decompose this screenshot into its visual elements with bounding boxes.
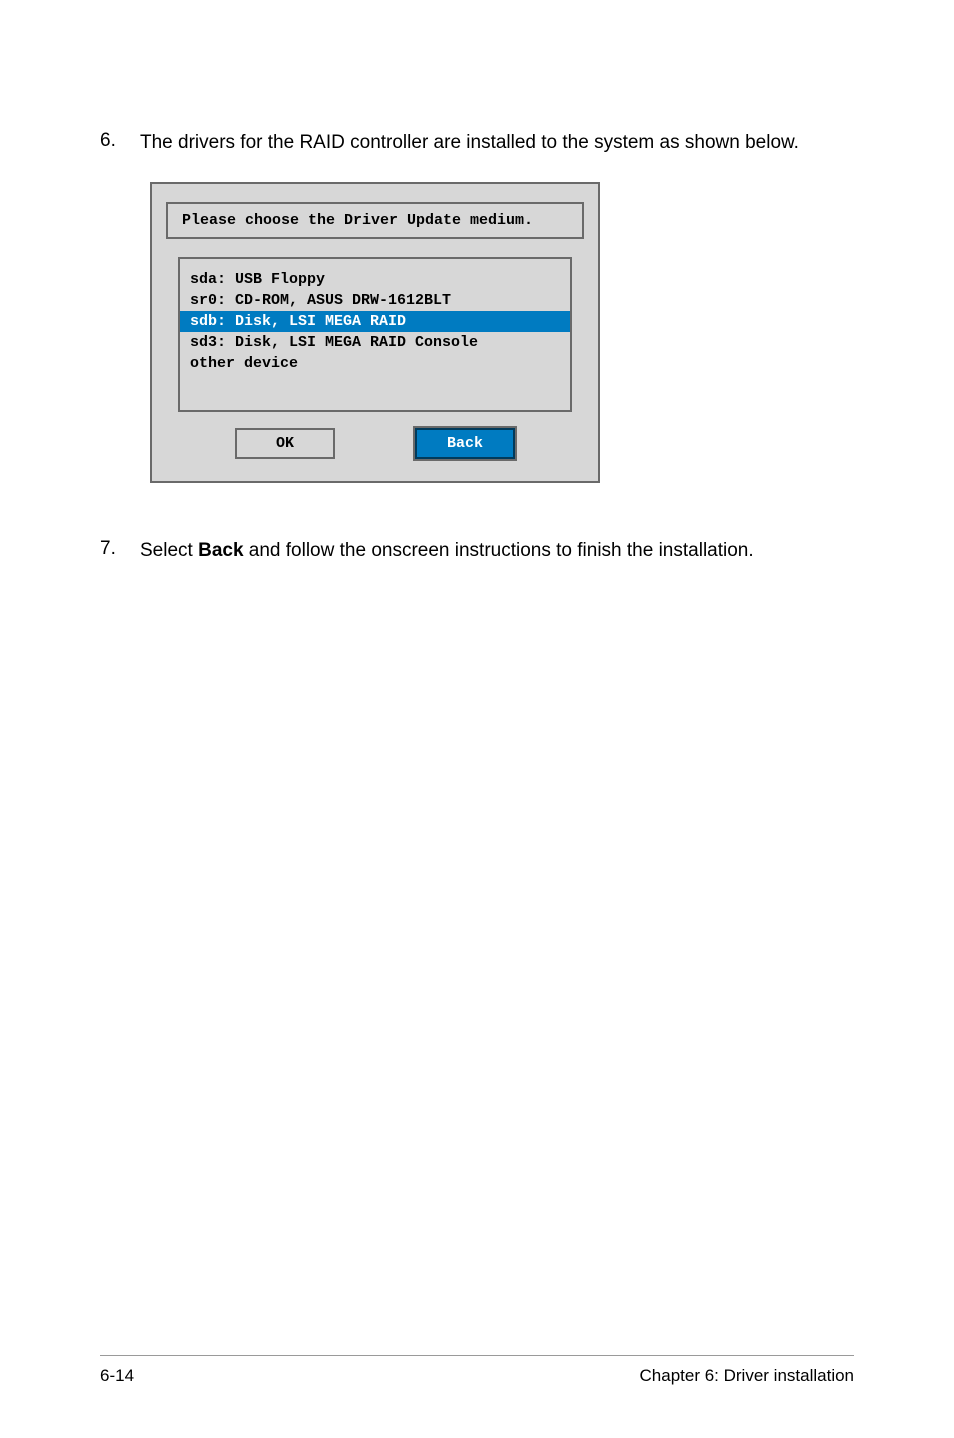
step-6: 6. The drivers for the RAID controller a…: [100, 130, 854, 157]
footer-page-number: 6-14: [100, 1366, 134, 1386]
list-item-selected[interactable]: sdb: Disk, LSI MEGA RAID: [180, 311, 570, 332]
list-item[interactable]: sda: USB Floppy: [180, 269, 570, 290]
list-item[interactable]: sd3: Disk, LSI MEGA RAID Console: [180, 332, 570, 353]
step-text-after: and follow the onscreen instructions to …: [244, 540, 754, 561]
step-number: 6.: [100, 130, 140, 152]
list-item[interactable]: sr0: CD-ROM, ASUS DRW-1612BLT: [180, 290, 570, 311]
device-listbox[interactable]: sda: USB Floppy sr0: CD-ROM, ASUS DRW-16…: [178, 257, 572, 412]
step-number: 7.: [100, 538, 140, 560]
step-text-before: Select: [140, 540, 198, 561]
page-footer: 6-14 Chapter 6: Driver installation: [100, 1355, 854, 1386]
step-text: The drivers for the RAID controller are …: [140, 130, 854, 157]
list-item[interactable]: other device: [180, 353, 570, 374]
step-text: Select Back and follow the onscreen inst…: [140, 538, 854, 565]
footer-chapter: Chapter 6: Driver installation: [640, 1366, 854, 1386]
ok-button[interactable]: OK: [235, 428, 335, 459]
dialog-button-row: OK Back: [156, 428, 594, 459]
dialog-title: Please choose the Driver Update medium.: [166, 202, 584, 239]
back-button[interactable]: Back: [415, 428, 515, 459]
driver-update-dialog: Please choose the Driver Update medium. …: [150, 182, 600, 483]
step-7: 7. Select Back and follow the onscreen i…: [100, 538, 854, 565]
step-text-bold: Back: [198, 540, 243, 561]
